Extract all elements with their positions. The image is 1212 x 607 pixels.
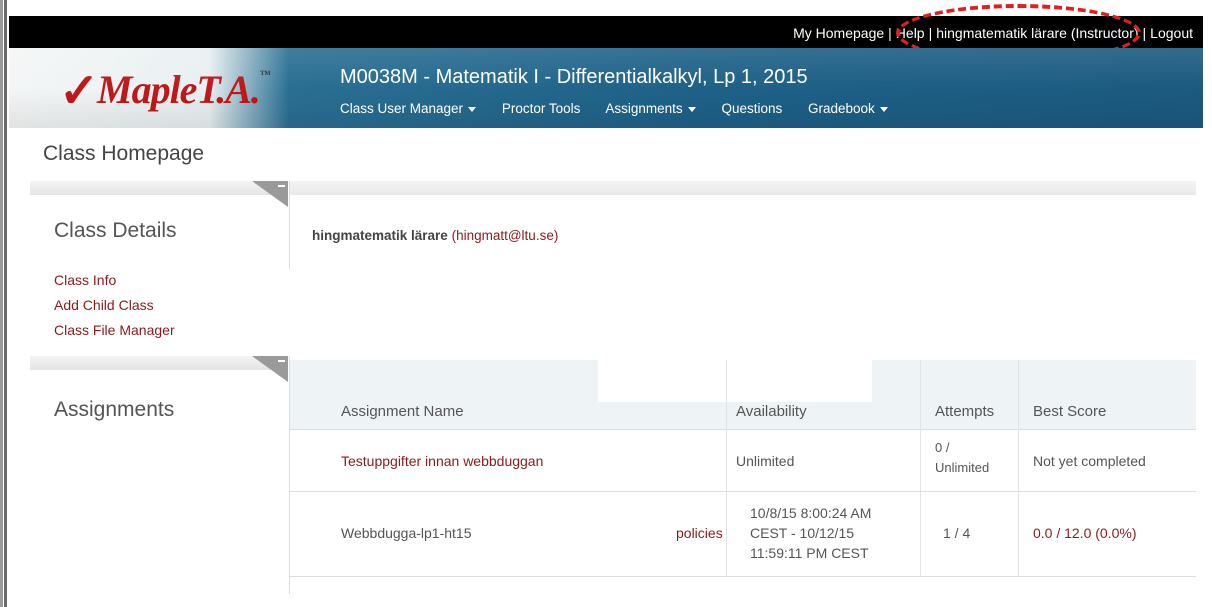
- chevron-down-icon: [687, 106, 696, 112]
- column-header-availability[interactable]: Availability: [736, 403, 807, 420]
- assignment-name-link[interactable]: Testuppgifter innan webbduggan: [341, 451, 543, 471]
- instructor-info: hingmatematik lärare (hingmatt@ltu.se): [312, 228, 558, 243]
- nav-assignments[interactable]: Assignments: [605, 101, 696, 116]
- course-title: M0038M - Matematik I - Differentialkalky…: [340, 66, 808, 88]
- chevron-down-icon: [468, 106, 477, 112]
- user-menu-link[interactable]: hingmatematik lärare (Instructor): [936, 25, 1138, 41]
- header-banner: ✓ MapleT.A.™ M0038M - Matematik I - Diff…: [9, 48, 1203, 128]
- nav-class-user-manager[interactable]: Class User Manager: [340, 101, 477, 116]
- collapse-toggle-icon[interactable]: [252, 181, 288, 207]
- nav-gradebook[interactable]: Gradebook: [808, 101, 888, 116]
- column-separator: [1018, 360, 1019, 576]
- instructor-email-link[interactable]: hingmatt@ltu.se: [456, 228, 554, 243]
- separator: |: [888, 25, 892, 41]
- availability-cell: Unlimited: [736, 453, 795, 469]
- row-divider: [290, 576, 1196, 577]
- row-divider: [290, 491, 1196, 492]
- help-link[interactable]: Help: [896, 25, 925, 41]
- page-title: Class Homepage: [43, 142, 205, 165]
- checkmark-icon: ✓: [59, 65, 100, 118]
- best-score-cell: Not yet completed: [1033, 453, 1146, 469]
- column-separator: [726, 360, 727, 576]
- section-header-bar: [290, 181, 1196, 195]
- separator: |: [1142, 25, 1147, 41]
- policies-link[interactable]: policies: [676, 523, 723, 543]
- section-divider: [289, 181, 290, 269]
- section-header-bar: [30, 356, 288, 370]
- add-child-class-link[interactable]: Add Child Class: [54, 297, 154, 313]
- class-details-title: Class Details: [54, 219, 177, 242]
- separator: |: [928, 25, 933, 41]
- top-links: My Homepage | Help | hingmatematik lärare (I…: [793, 25, 1193, 41]
- column-header-attempts[interactable]: Attempts: [935, 403, 994, 420]
- top-bar: My Homepage | Help | hingmatematik lärare (I…: [9, 16, 1203, 48]
- window-left-border: [0, 0, 7, 607]
- top-strip: [9, 0, 1212, 16]
- chevron-down-icon: [879, 106, 888, 112]
- best-score-link[interactable]: 0.0 / 12.0 (0.0%): [1033, 523, 1137, 543]
- class-file-manager-link[interactable]: Class File Manager: [54, 322, 175, 338]
- assignments-title: Assignments: [54, 398, 175, 421]
- column-header-assignment-name[interactable]: Assignment Name: [341, 403, 464, 420]
- logout-link[interactable]: Logout: [1150, 25, 1193, 41]
- collapse-toggle-icon[interactable]: [252, 356, 288, 382]
- attempts-cell: 0 / Unlimited: [935, 440, 990, 475]
- nav-proctor-tools[interactable]: Proctor Tools: [502, 101, 581, 116]
- assignment-name: Webbdugga-lp1-ht15: [341, 525, 472, 541]
- redacted-block: [598, 360, 872, 402]
- maple-ta-logo[interactable]: ✓ MapleT.A.™: [59, 62, 299, 118]
- main-nav: Class User Manager Proctor Tools Assignm…: [340, 101, 910, 116]
- my-homepage-link[interactable]: My Homepage: [793, 25, 884, 41]
- attempts-cell: 1 / 4: [943, 525, 971, 541]
- assignments-table: Assignment Name Availability Attempts Be…: [290, 360, 1196, 577]
- column-header-best-score[interactable]: Best Score: [1033, 403, 1106, 420]
- column-separator: [920, 360, 921, 576]
- availability-cell: 10/8/15 8:00:24 AM CEST - 10/12/15 11:59…: [750, 505, 872, 561]
- app-frame: My Homepage | Help | hingmatematik lärare (I…: [0, 0, 1212, 607]
- nav-questions[interactable]: Questions: [721, 101, 782, 116]
- close-paren: ): [553, 228, 559, 243]
- class-info-link[interactable]: Class Info: [54, 272, 116, 288]
- section-header-bar: [30, 181, 288, 195]
- class-details-section: Class Details Class Info Add Child Class…: [30, 181, 1196, 357]
- logo-text: MapleT.A.™: [97, 67, 271, 112]
- instructor-name: hingmatematik lärare: [312, 228, 448, 243]
